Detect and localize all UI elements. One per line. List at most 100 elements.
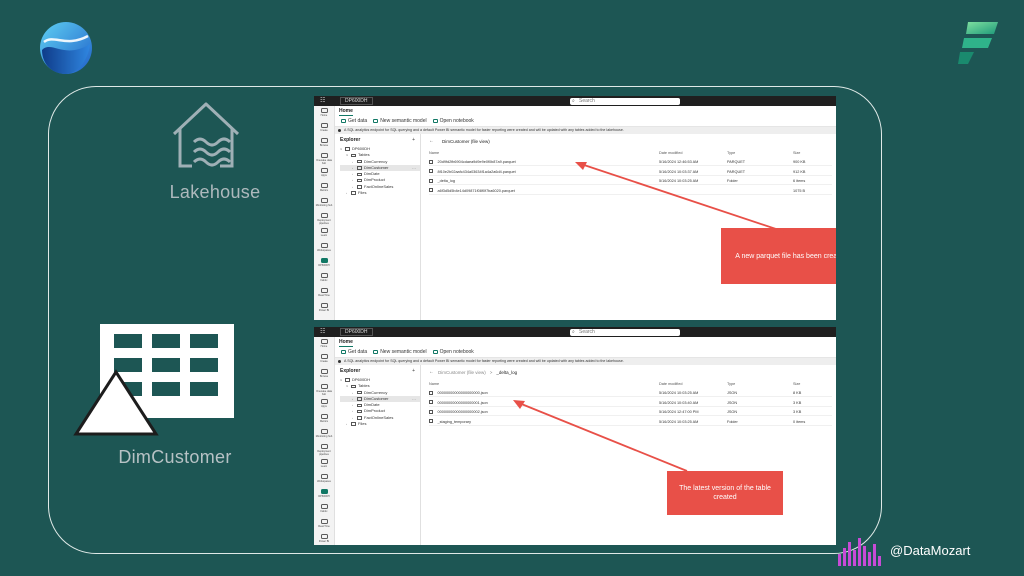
new-semantic-model-button[interactable]: New semantic model [373,349,427,355]
app-launcher-icon[interactable]: ☷ [320,329,325,335]
new-semantic-model-button[interactable]: New semantic model [373,118,427,124]
tree-label: FactOnlineSales [364,414,394,420]
rail-icon [320,168,328,173]
folder-icon [357,178,362,183]
rail-item[interactable]: Apps [314,168,334,181]
rail-label: Fabric [320,279,328,282]
table-row[interactable]: 00000000000000000002.json 5/16/2024 12:47… [429,409,832,416]
search-input[interactable]: Search [570,328,680,336]
rail-item[interactable]: Create [314,123,334,136]
folder-icon [345,147,350,151]
table-delta-icon [73,324,234,436]
file-icon [429,390,433,395]
column-date[interactable]: Date modified [659,381,682,388]
rail-label: Real-Time [318,525,330,528]
back-arrow-icon[interactable]: ← [429,369,434,375]
rail-item[interactable]: Metrics [314,414,334,427]
info-banner: A SQL analytics endpoint for SQL queryin… [335,358,836,365]
rail-item[interactable]: Power BI [314,303,334,316]
table-row[interactable]: _delta_log 5/16/2024 10:03:25 AM Folder 6 i… [429,178,832,185]
rail-icon [320,138,328,143]
rail-item[interactable]: Fabric [314,273,334,286]
rail-item[interactable]: DP600DH [314,258,334,271]
rail-item[interactable]: Workspaces [314,474,334,487]
type-cell: PARQUET [727,169,746,174]
rail-item[interactable]: Learn [314,228,334,241]
app-launcher-icon[interactable]: ☷ [320,98,325,104]
table-row[interactable]: 00000000000000000001.json 5/16/2024 10:03… [429,400,832,407]
rail-item[interactable]: Monitoring hub [314,198,334,211]
tree-label: Files [358,190,367,196]
search-input[interactable]: Search [570,97,680,105]
get-data-button[interactable]: Get data [341,349,367,355]
column-name[interactable]: Name [429,381,439,388]
top-bar: ☷ DP600DH Search [314,96,836,106]
table-row[interactable]: a6f3d5d5b4e14d09871f08f0f7ba6020.parquet… [429,188,832,195]
rail-item[interactable]: Create [314,354,334,367]
rail-item[interactable]: Home [314,108,334,121]
rail-item[interactable]: Metrics [314,183,334,196]
more-options-icon[interactable]: … [412,165,416,171]
tree-files-folder[interactable]: › Files [340,421,420,427]
table-row[interactable]: 20d9fd2fb6904cdaea9d9e9e0f0b87a9.parquet… [429,159,832,166]
get-data-button[interactable]: Get data [341,118,367,124]
rail-item[interactable]: Learn [314,459,334,472]
rail-label: DP600DH [318,264,330,267]
date-cell: 5/16/2024 10:03:25 AM [659,179,699,183]
rail-item[interactable]: Deployment pipelines [314,213,334,226]
file-name-cell: _staging_temporary [429,419,471,426]
rail-item[interactable]: Workspaces [314,243,334,256]
rail-label: Apps [321,405,327,408]
open-notebook-button[interactable]: Open notebook [432,118,474,124]
column-date[interactable]: Date modified [659,150,682,157]
rail-item[interactable]: OneLake data hub [314,153,334,166]
rail-item[interactable]: Browse [314,138,334,151]
tab-home[interactable]: Home [339,108,353,116]
rail-item[interactable]: Deployment pipelines [314,444,334,457]
add-icon[interactable]: + [412,368,415,374]
workspace-selector[interactable]: DP600DH [340,328,373,336]
folder-icon [357,403,362,408]
column-name[interactable]: Name [429,150,439,157]
rail-label: Power BI [318,540,330,543]
rail-item[interactable]: Monitoring hub [314,429,334,442]
table-row[interactable]: 00000000000000000000.json 5/16/2024 10:03… [429,390,832,397]
table-row[interactable]: _staging_temporary 5/16/2024 10:03:25 AM F… [429,419,832,426]
rail-icon [320,429,328,434]
rail-item[interactable]: Real-Time [314,288,334,301]
tab-home[interactable]: Home [339,339,353,347]
folder-icon [357,390,362,395]
file-name-cell: a6f3d5d5b4e14d09871f08f0f7ba6020.parquet [429,188,515,195]
rail-item[interactable]: Power BI [314,534,334,545]
rail-item[interactable]: Apps [314,399,334,412]
rail-icon [320,444,328,449]
column-type[interactable]: Type [727,381,735,388]
table-row[interactable]: 8f10e2b02aafc434a03634f1a4a2a6d4.parquet… [429,169,832,176]
column-size[interactable]: Size [793,381,800,388]
column-type[interactable]: Type [727,150,735,157]
file-name: 00000000000000000000.json [437,391,488,395]
workspace-selector[interactable]: DP600DH [340,97,373,105]
date-cell: 5/16/2024 10:03:37 AM [659,169,699,174]
rail-item[interactable]: DP600DH [314,489,334,502]
table-header: Name Date modified Type Size [429,150,832,157]
rail-label: Monitoring hub [315,435,333,438]
rail-item[interactable]: Browse [314,369,334,382]
tree-files-folder[interactable]: › Files [340,190,420,196]
column-size[interactable]: Size [793,150,800,157]
more-options-icon[interactable]: … [412,396,416,402]
rail-label: Fabric [320,510,328,513]
rail-label: Real-Time [318,294,330,297]
rail-item[interactable]: Fabric [314,504,334,517]
rail-item[interactable]: Home [314,339,334,352]
breadcrumb-previous[interactable]: DimCustomer (file view) [438,370,486,375]
file-icon [429,159,433,164]
rail-item[interactable]: OneLake data hub [314,384,334,397]
open-notebook-button[interactable]: Open notebook [432,349,474,355]
explorer-title: Explorer [340,368,361,374]
notebook-icon [432,119,438,123]
add-icon[interactable]: + [412,137,415,143]
rail-item[interactable]: Real-Time [314,519,334,532]
back-arrow-icon[interactable]: ← [429,138,434,144]
file-name-cell: 20d9fd2fb6904cdaea9d9e9e0f0b87a9.parquet [429,159,516,166]
